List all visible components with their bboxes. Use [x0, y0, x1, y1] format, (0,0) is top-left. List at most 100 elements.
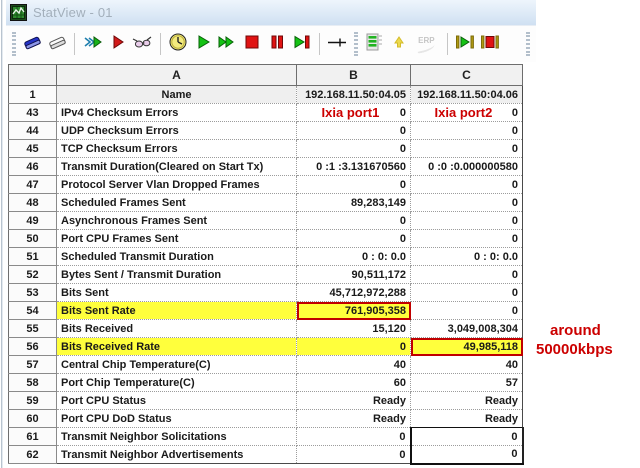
cell-b[interactable]: 0 [297, 230, 411, 248]
cell-c[interactable]: 0 [411, 266, 523, 284]
cell-a[interactable]: Bits Sent Rate [57, 302, 297, 320]
cell-c[interactable]: 0 [411, 230, 523, 248]
cell-b[interactable]: 0 : 0: 0.0 [297, 248, 411, 266]
cell-b[interactable]: Ixia port10 [297, 104, 411, 122]
cell-b[interactable]: 60 [297, 374, 411, 392]
cell-b[interactable]: 0 [297, 212, 411, 230]
start-transmit-button[interactable] [191, 32, 214, 56]
cell-c[interactable]: 49,985,118 [411, 338, 523, 356]
row-number[interactable]: 55 [9, 320, 57, 338]
attach-port-button[interactable] [81, 32, 104, 56]
timed-run-button[interactable] [167, 32, 190, 56]
cell-a[interactable]: Port CPU DoD Status [57, 410, 297, 428]
cell-a[interactable]: Bits Received [57, 320, 297, 338]
cell-a[interactable]: TCP Checksum Errors [57, 140, 297, 158]
toolbar-gripper[interactable] [526, 32, 530, 56]
cell-b[interactable]: 192.168.11.50:04.05 [297, 86, 411, 104]
cell-c[interactable]: 0 [411, 176, 523, 194]
pause-transmit-button[interactable] [266, 32, 289, 56]
stat-table-view-button[interactable] [363, 32, 386, 56]
cell-c[interactable]: Ixia port20 [411, 104, 523, 122]
row-number[interactable]: 1 [9, 86, 57, 104]
row-number[interactable]: 43 [9, 104, 57, 122]
clear-all-statistics-button[interactable] [46, 32, 69, 56]
corner-cell[interactable] [9, 65, 57, 86]
cell-b[interactable]: 90,511,172 [297, 266, 411, 284]
cell-a[interactable]: Asynchronous Frames Sent [57, 212, 297, 230]
cell-c[interactable]: 0 [411, 302, 523, 320]
cell-a[interactable]: Central Chip Temperature(C) [57, 356, 297, 374]
cell-b[interactable]: 0 [297, 428, 411, 446]
fast-run-button[interactable] [216, 32, 239, 56]
row-number[interactable]: 62 [9, 446, 57, 464]
cell-c[interactable]: 0 [411, 194, 523, 212]
cell-b[interactable]: Ready [297, 410, 411, 428]
cell-b[interactable]: 0 [297, 176, 411, 194]
row-number[interactable]: 45 [9, 140, 57, 158]
clear-statistics-button[interactable] [21, 32, 44, 56]
cell-c[interactable]: 192.168.11.50:04.06 [411, 86, 523, 104]
row-number[interactable]: 54 [9, 302, 57, 320]
step-transmit-button[interactable] [290, 32, 313, 56]
cell-b[interactable]: 0 [297, 446, 411, 464]
capture-start-button[interactable] [454, 32, 477, 56]
cell-c[interactable]: Ready [411, 410, 523, 428]
cell-c[interactable]: 3,049,008,304 [411, 320, 523, 338]
up-arrow-button[interactable] [387, 32, 410, 56]
cell-b[interactable]: Ready [297, 392, 411, 410]
row-number[interactable]: 56 [9, 338, 57, 356]
erp-button[interactable]: ERP [412, 32, 440, 56]
cell-c[interactable]: 0 [411, 446, 523, 464]
row-number[interactable]: 50 [9, 230, 57, 248]
cell-c[interactable]: 0 [411, 428, 523, 446]
capture-stop-button[interactable] [478, 32, 501, 56]
row-number[interactable]: 47 [9, 176, 57, 194]
cell-c[interactable]: 0 : 0: 0.0 [411, 248, 523, 266]
view-statistics-button[interactable] [131, 32, 154, 56]
row-number[interactable]: 58 [9, 374, 57, 392]
cell-c[interactable]: 0 :0 :0.000000580 [411, 158, 523, 176]
cell-a[interactable]: Scheduled Transmit Duration [57, 248, 297, 266]
row-number[interactable]: 46 [9, 158, 57, 176]
cell-b[interactable]: 89,283,149 [297, 194, 411, 212]
cell-b[interactable]: 40 [297, 356, 411, 374]
cell-a[interactable]: Protocol Server Vlan Dropped Frames [57, 176, 297, 194]
cell-b[interactable]: 0 :1 :3.131670560 [297, 158, 411, 176]
cell-b[interactable]: 0 [297, 338, 411, 356]
cell-a[interactable]: Bits Sent [57, 284, 297, 302]
cell-a[interactable]: IPv4 Checksum Errors [57, 104, 297, 122]
title-bar[interactable]: StatView - 01 [6, 0, 536, 26]
cell-a[interactable]: Name [57, 86, 297, 104]
row-number[interactable]: 52 [9, 266, 57, 284]
row-number[interactable]: 48 [9, 194, 57, 212]
cell-b[interactable]: 761,905,358 [297, 302, 411, 320]
row-number[interactable]: 53 [9, 284, 57, 302]
row-number[interactable]: 51 [9, 248, 57, 266]
cell-a[interactable]: Bytes Sent / Transmit Duration [57, 266, 297, 284]
column-header-c[interactable]: C [411, 65, 523, 86]
row-number[interactable]: 60 [9, 410, 57, 428]
column-header-a[interactable]: A [57, 65, 297, 86]
cell-a[interactable]: Port CPU Frames Sent [57, 230, 297, 248]
cell-a[interactable]: Port CPU Status [57, 392, 297, 410]
cell-b[interactable]: 15,120 [297, 320, 411, 338]
cell-c[interactable]: Ready [411, 392, 523, 410]
monitor-port-button[interactable] [106, 32, 129, 56]
row-number[interactable]: 49 [9, 212, 57, 230]
toolbar-gripper[interactable] [354, 32, 358, 56]
cell-b[interactable]: 0 [297, 122, 411, 140]
cell-a[interactable]: Transmit Duration(Cleared on Start Tx) [57, 158, 297, 176]
toolbar-gripper[interactable] [12, 32, 16, 56]
cell-a[interactable]: UDP Checksum Errors [57, 122, 297, 140]
row-number[interactable]: 61 [9, 428, 57, 446]
cell-c[interactable]: 0 [411, 122, 523, 140]
row-number[interactable]: 59 [9, 392, 57, 410]
cell-c[interactable]: 0 [411, 284, 523, 302]
cell-c[interactable]: 0 [411, 212, 523, 230]
cell-b[interactable]: 0 [297, 140, 411, 158]
cell-c[interactable]: 57 [411, 374, 523, 392]
cell-a[interactable]: Transmit Neighbor Advertisements [57, 446, 297, 464]
cell-c[interactable]: 40 [411, 356, 523, 374]
column-header-b[interactable]: B [297, 65, 411, 86]
row-number[interactable]: 57 [9, 356, 57, 374]
